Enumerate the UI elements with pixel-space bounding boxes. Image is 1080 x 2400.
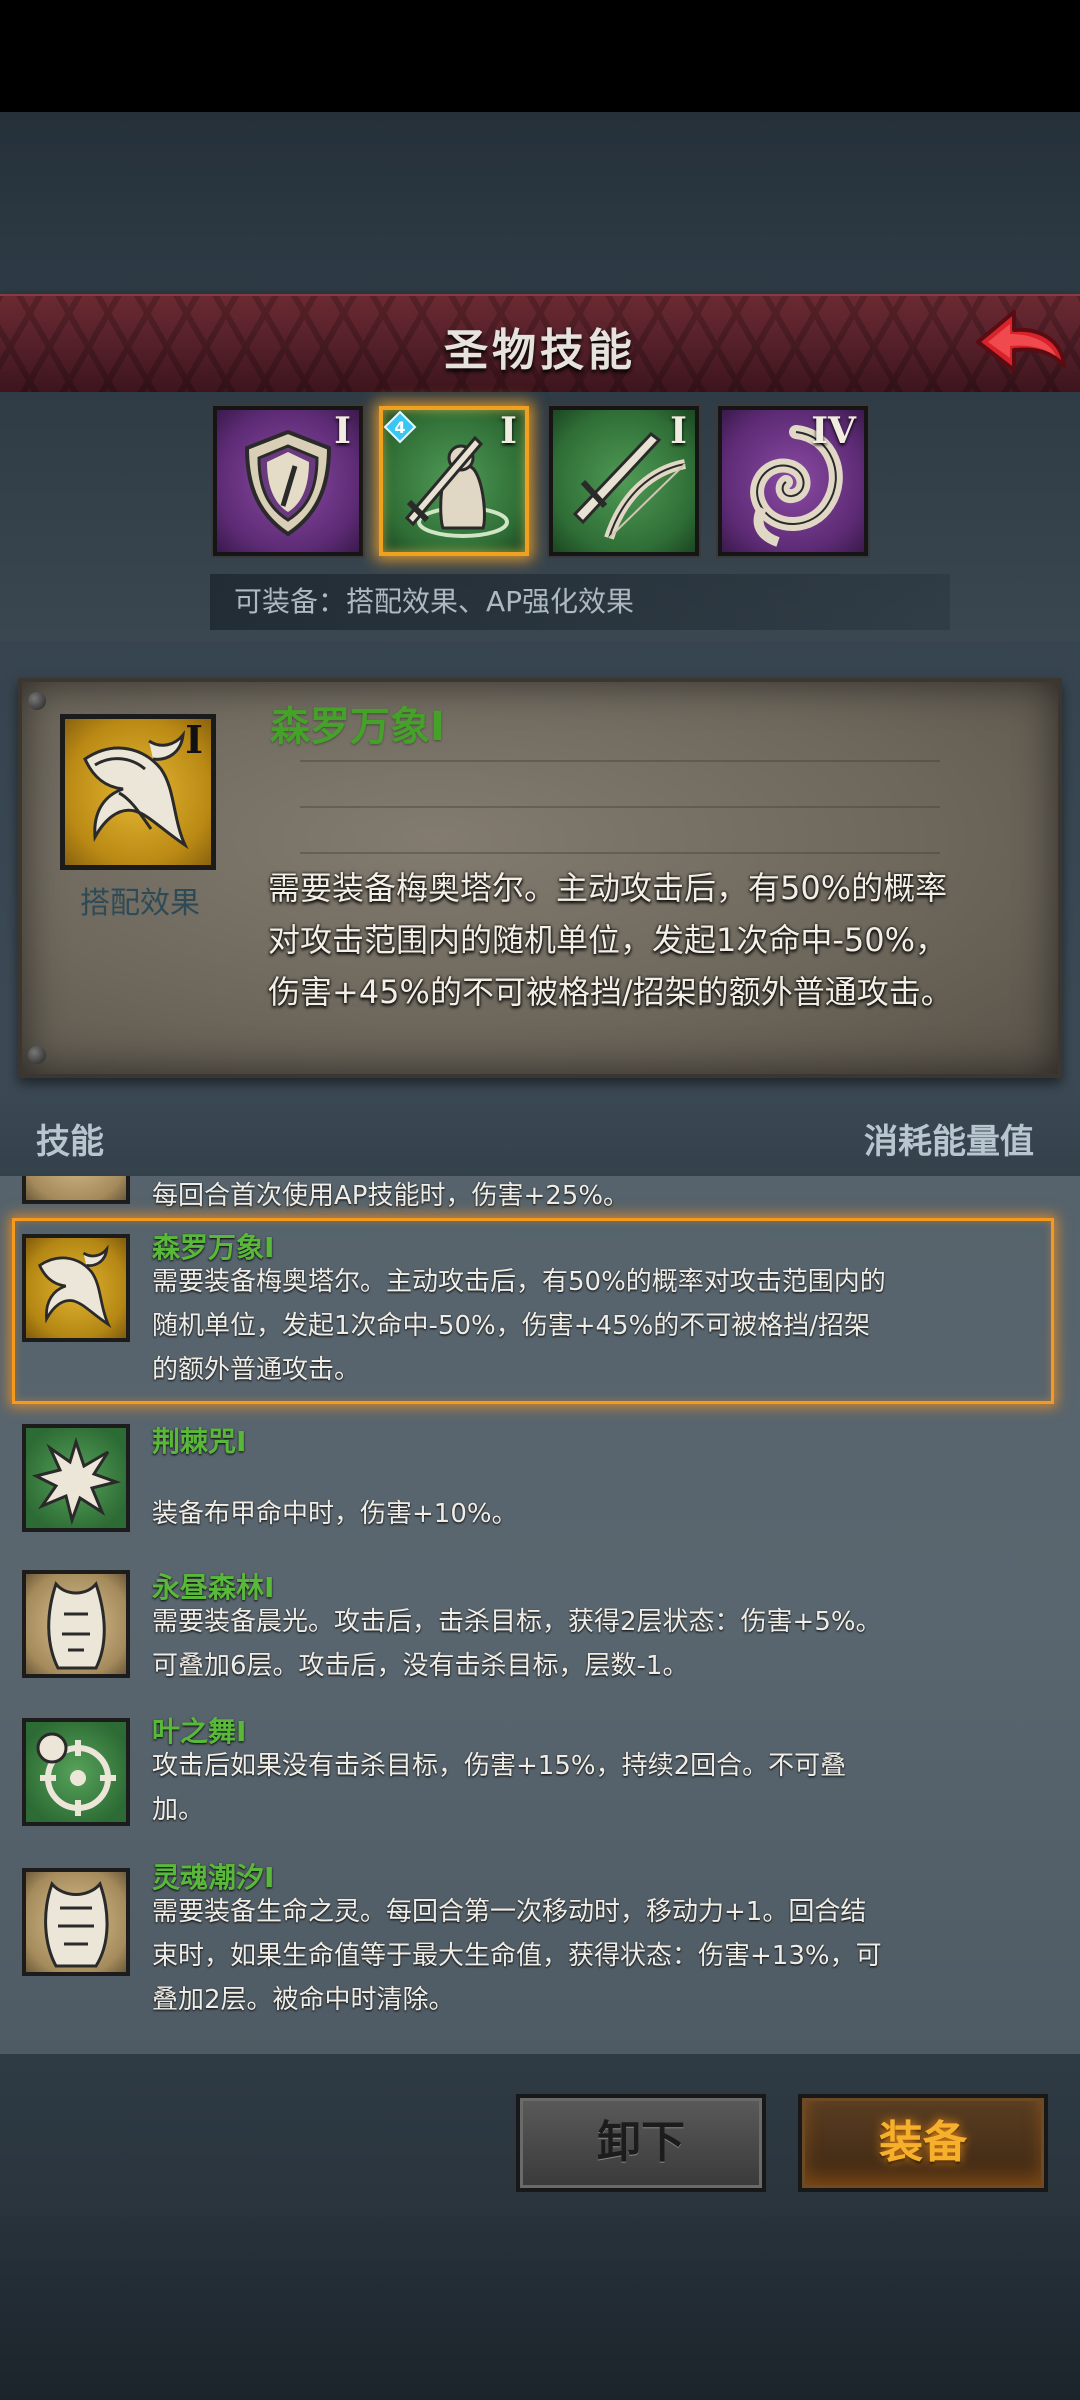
- back-arrow-icon: [976, 310, 1066, 372]
- divider: [300, 760, 940, 762]
- tab-relic-2[interactable]: I 4: [379, 406, 529, 556]
- divider: [300, 806, 940, 808]
- creature-icon: [47, 1580, 106, 1670]
- skill-description: 每回合首次使用AP技能时，伤害+25%。: [152, 1181, 630, 1211]
- skill-name: 荆棘咒I: [152, 1425, 247, 1458]
- skill-icon: [22, 1570, 130, 1678]
- back-button[interactable]: [970, 304, 1070, 384]
- skill-icon: [22, 1234, 130, 1342]
- soul-creature-icon: [44, 1881, 109, 1968]
- skill-description: 装备布甲命中时，伤害+10%。: [152, 1499, 518, 1529]
- skill-column-label: 技能: [36, 1122, 104, 1162]
- skill-icon: [22, 1176, 130, 1204]
- tab-rank: IV: [811, 410, 856, 452]
- tab-relic-4[interactable]: IV: [718, 406, 868, 556]
- skill-description: 攻击后如果没有击杀目标，伤害+15%，持续2回合。不可叠加。: [152, 1751, 847, 1825]
- detail-rank: I: [185, 717, 203, 762]
- tab-rank: I: [670, 410, 687, 452]
- divider: [300, 852, 940, 854]
- equip-button[interactable]: 装备: [798, 2094, 1048, 2192]
- target-icon: [36, 1732, 116, 1816]
- tab-rank: I: [500, 410, 517, 452]
- detail-skill-name: 森罗万象I: [270, 704, 445, 750]
- status-bar: [0, 0, 1080, 112]
- energy-gem-icon: 4: [383, 410, 417, 444]
- burst-icon: [31, 1437, 122, 1526]
- energy-cost-column-label: 消耗能量值: [864, 1122, 1034, 1162]
- skill-list[interactable]: 每回合首次使用AP技能时，伤害+25%。 森罗万象I 需要装备梅奥塔尔。主动攻击…: [0, 1176, 1080, 2054]
- skill-description: 需要装备晨光。攻击后，击杀目标，获得2层状态：伤害+5%。可叠加6层。攻击后，没…: [152, 1607, 882, 1681]
- detail-skill-icon: I: [60, 714, 216, 870]
- skill-icon: [22, 1718, 130, 1826]
- tab-relic-3[interactable]: I: [549, 406, 699, 556]
- tab-rank: I: [334, 410, 351, 452]
- detail-skill-description: 需要装备梅奥塔尔。主动攻击后，有50%的概率对攻击范围内的随机单位，发起1次命中…: [268, 869, 953, 1011]
- svg-text:4: 4: [394, 418, 405, 437]
- skill-icon: [22, 1424, 130, 1532]
- title-banner: 圣物技能: [0, 294, 1080, 395]
- tab-relic-1[interactable]: I: [213, 406, 363, 556]
- skill-description: 需要装备梅奥塔尔。主动攻击后，有50%的概率对攻击范围内的随机单位，发起1次命中…: [152, 1267, 886, 1385]
- bottom-area: [0, 2216, 1080, 2400]
- page-title: 圣物技能: [444, 325, 636, 376]
- detail-icon-label: 搭配效果: [80, 886, 200, 921]
- unequip-button[interactable]: 卸下: [516, 2094, 766, 2192]
- skill-icon: [22, 1868, 130, 1976]
- skill-description: 需要装备生命之灵。每回合第一次移动时，移动力+1。回合结束时，如果生命值等于最大…: [152, 1897, 882, 2015]
- dragon-relic-icon: [37, 1244, 112, 1329]
- equip-note: 可装备：搭配效果、AP强化效果: [210, 574, 950, 630]
